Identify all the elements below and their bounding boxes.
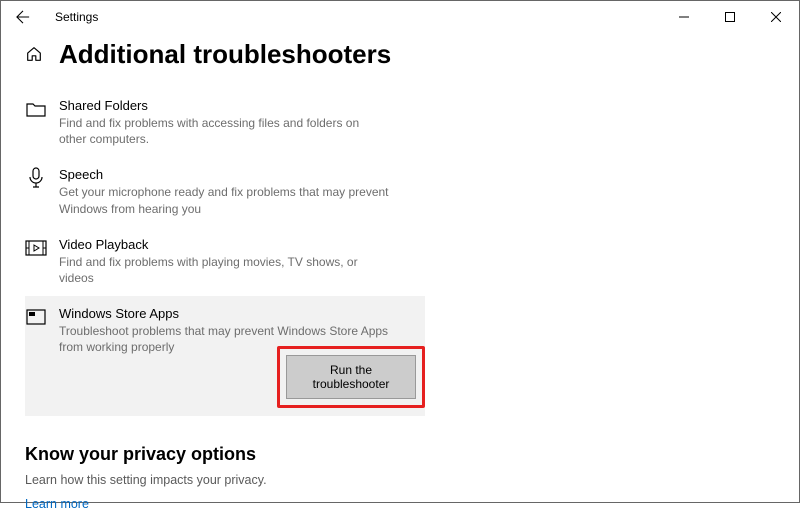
- home-icon: [25, 45, 43, 63]
- minimize-button[interactable]: [661, 1, 707, 33]
- back-button[interactable]: [9, 3, 37, 31]
- page-heading-row: Additional troubleshooters: [25, 39, 775, 70]
- troubleshooter-shared-folders[interactable]: Shared Folders Find and fix problems wit…: [25, 88, 425, 157]
- privacy-subtext: Learn how this setting impacts your priv…: [25, 473, 775, 487]
- arrow-left-icon: [16, 10, 30, 24]
- home-button[interactable]: [25, 45, 45, 65]
- item-name: Speech: [59, 167, 389, 182]
- highlight-box: Run the troubleshooter: [277, 346, 425, 408]
- close-icon: [771, 12, 781, 22]
- minimize-icon: [679, 12, 689, 22]
- troubleshooter-list: Shared Folders Find and fix problems wit…: [25, 88, 775, 416]
- run-troubleshooter-button[interactable]: Run the troubleshooter: [286, 355, 416, 399]
- troubleshooter-speech[interactable]: Speech Get your microphone ready and fix…: [25, 157, 425, 226]
- windows-store-apps-icon: [25, 306, 47, 328]
- window-title: Settings: [55, 10, 98, 24]
- titlebar: Settings: [1, 1, 799, 33]
- item-desc: Find and fix problems with accessing fil…: [59, 115, 389, 147]
- speech-icon: [25, 167, 47, 189]
- item-desc: Get your microphone ready and fix proble…: [59, 184, 389, 216]
- troubleshooter-windows-store-apps[interactable]: Windows Store Apps Troubleshoot problems…: [25, 296, 425, 415]
- learn-more-link[interactable]: Learn more: [25, 497, 775, 511]
- window-controls: [661, 1, 799, 33]
- shared-folders-icon: [25, 98, 47, 120]
- video-playback-icon: [25, 237, 47, 259]
- item-name: Shared Folders: [59, 98, 389, 113]
- item-desc: Find and fix problems with playing movie…: [59, 254, 389, 286]
- content-area: Additional troubleshooters Shared Folder…: [1, 33, 799, 511]
- item-name: Video Playback: [59, 237, 389, 252]
- maximize-icon: [725, 12, 735, 22]
- item-name: Windows Store Apps: [59, 306, 389, 321]
- close-button[interactable]: [753, 1, 799, 33]
- maximize-button[interactable]: [707, 1, 753, 33]
- page-title: Additional troubleshooters: [59, 39, 391, 70]
- privacy-section: Know your privacy options Learn how this…: [25, 444, 775, 511]
- privacy-heading: Know your privacy options: [25, 444, 775, 465]
- troubleshooter-video-playback[interactable]: Video Playback Find and fix problems wit…: [25, 227, 425, 296]
